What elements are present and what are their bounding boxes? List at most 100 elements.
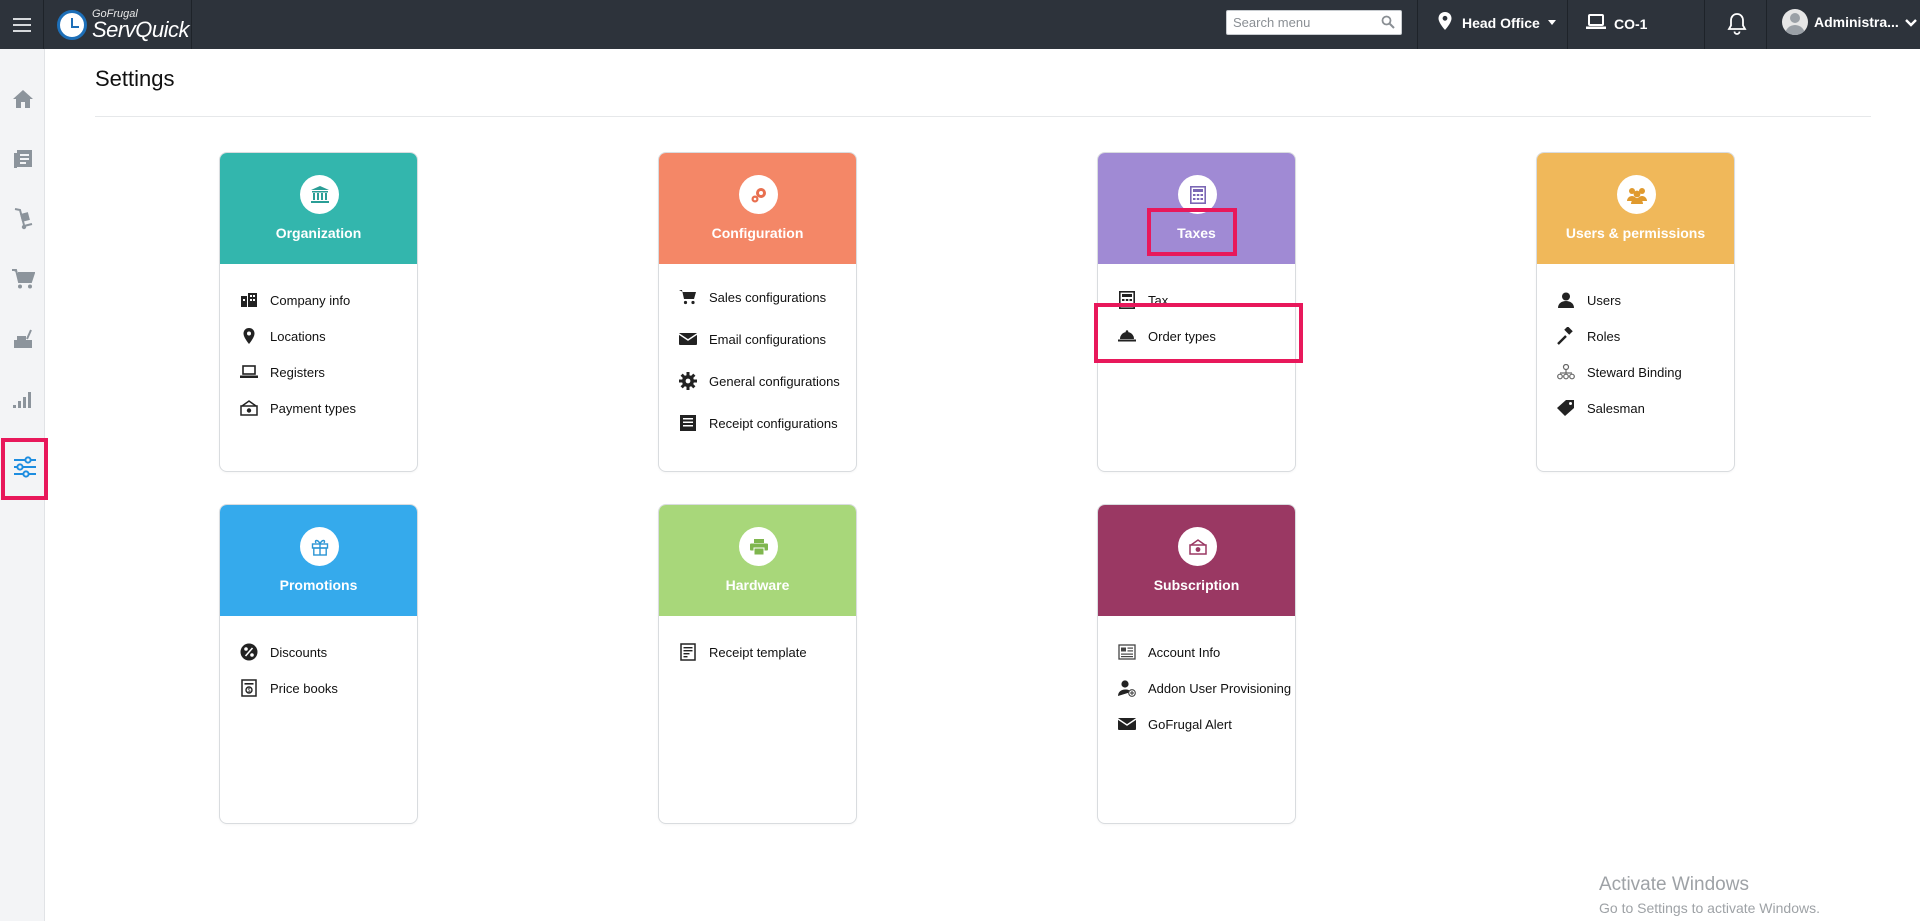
- home-icon: [12, 89, 34, 114]
- user-add-icon: [1118, 679, 1136, 697]
- register-selector[interactable]: CO-1: [1586, 14, 1647, 33]
- chevron-down-icon: [1904, 14, 1917, 30]
- cart-icon: [11, 268, 35, 295]
- catalog-icon: [12, 148, 34, 175]
- printer-icon: [739, 527, 778, 566]
- users-permissions-card: Users & permissions Users Roles Steward …: [1536, 152, 1735, 472]
- search-icon[interactable]: [1381, 15, 1395, 34]
- list-item-label: General configurations: [709, 373, 840, 389]
- top-bar: GoFrugal ServQuick Head Office CO-1 Admi…: [0, 0, 1920, 49]
- hardware-card-header[interactable]: Hardware: [659, 505, 856, 616]
- notifications-button[interactable]: [1726, 12, 1748, 41]
- users-permissions-title: Users & permissions: [1565, 225, 1706, 241]
- sidebar: [0, 49, 48, 921]
- hardware-title: Hardware: [725, 577, 790, 593]
- sidebar-item-reports[interactable]: [0, 371, 45, 431]
- organization-title: Organization: [275, 225, 362, 241]
- locations-link[interactable]: Locations: [220, 318, 417, 354]
- users-permissions-list: Users Roles Steward Binding Salesman: [1537, 264, 1734, 426]
- steward-binding-link[interactable]: Steward Binding: [1537, 354, 1734, 390]
- cart-icon: [679, 288, 697, 306]
- organization-card-header[interactable]: Organization: [220, 153, 417, 264]
- list-item-label: Email configurations: [709, 331, 827, 347]
- list-item-label: Addon User Provisioning: [1148, 680, 1292, 696]
- hardware-list: Receipt template: [659, 616, 856, 670]
- subscription-card: Subscription Account Info Addon User Pro…: [1097, 504, 1296, 824]
- user-menu[interactable]: Administra...: [1782, 9, 1917, 35]
- promotions-list: Discounts $ Price books: [220, 616, 417, 706]
- sidebar-item-settings[interactable]: [1, 438, 48, 500]
- sidebar-item-pos[interactable]: [0, 311, 45, 371]
- registers-link[interactable]: Registers: [220, 354, 417, 390]
- general-configurations-link[interactable]: General configurations: [659, 360, 856, 402]
- page-title: Settings: [95, 66, 175, 91]
- sidebar-item-home[interactable]: [0, 71, 45, 131]
- list-item-label: Steward Binding: [1587, 364, 1682, 380]
- calculator-icon: [1178, 175, 1217, 214]
- receipt-configurations-link[interactable]: Receipt configurations: [659, 402, 856, 444]
- account-info-link[interactable]: Account Info: [1098, 634, 1295, 670]
- salesman-link[interactable]: Salesman: [1537, 390, 1734, 426]
- list-document-icon: [679, 414, 697, 432]
- list-item-label: Receipt configurations: [709, 415, 838, 431]
- list-item-label: Order types: [1148, 328, 1216, 344]
- list-item-label: Payment types: [270, 400, 356, 416]
- list-item-label: Sales configurations: [709, 289, 827, 305]
- subscription-card-header[interactable]: Subscription: [1098, 505, 1295, 616]
- user-name: Administra...: [1814, 14, 1899, 30]
- order-types-link[interactable]: Order types: [1098, 318, 1295, 354]
- list-item-label: Price books: [270, 680, 338, 696]
- promotions-title: Promotions: [279, 577, 358, 593]
- sidebar-item-inventory[interactable]: [0, 191, 45, 251]
- receipt-template-link[interactable]: Receipt template: [659, 634, 856, 670]
- divider: [1567, 0, 1568, 49]
- sidebar-item-cart[interactable]: [0, 251, 45, 311]
- taxes-card-header[interactable]: Taxes: [1098, 153, 1295, 264]
- users-permissions-card-header[interactable]: Users & permissions: [1537, 153, 1734, 264]
- gofrugal-alert-link[interactable]: GoFrugal Alert: [1098, 706, 1295, 742]
- clock-logo-icon: [57, 9, 87, 40]
- subscription-list: Account Info Addon User Provisioning GoF…: [1098, 616, 1295, 742]
- inventory-trolley-icon: [12, 207, 34, 236]
- promotions-card-header[interactable]: Promotions: [220, 505, 417, 616]
- gear-icon: [679, 372, 697, 390]
- payment-cash-icon: [240, 399, 258, 417]
- register-label: CO-1: [1614, 15, 1648, 32]
- hierarchy-icon: [1557, 363, 1575, 381]
- list-item-label: Discounts: [270, 644, 328, 660]
- sales-configurations-link[interactable]: Sales configurations: [659, 276, 856, 318]
- menu-toggle-button[interactable]: [0, 0, 44, 49]
- tax-link[interactable]: Tax: [1098, 282, 1295, 318]
- gears-icon: [739, 175, 778, 214]
- sidebar-item-catalog[interactable]: [0, 131, 45, 191]
- price-book-icon: $: [240, 679, 258, 697]
- configuration-card-header[interactable]: Configuration: [659, 153, 856, 264]
- search-menu-box[interactable]: [1226, 10, 1402, 35]
- email-configurations-link[interactable]: Email configurations: [659, 318, 856, 360]
- list-item-label: Locations: [270, 328, 326, 344]
- users-link[interactable]: Users: [1537, 282, 1734, 318]
- location-selector[interactable]: Head Office: [1438, 12, 1556, 33]
- activate-windows-watermark: Activate Windows Go to Settings to activ…: [1599, 874, 1820, 916]
- roles-link[interactable]: Roles: [1537, 318, 1734, 354]
- subscription-cash-icon: [1178, 527, 1217, 566]
- subscription-title: Subscription: [1153, 577, 1240, 593]
- envelope-icon: [1118, 715, 1136, 733]
- list-item-label: Users: [1587, 292, 1621, 308]
- reports-bar-chart-icon: [12, 389, 34, 414]
- taxes-list: Tax Order types: [1098, 264, 1295, 354]
- brand-logo-link[interactable]: GoFrugal ServQuick: [45, 0, 192, 49]
- percent-badge-icon: [240, 643, 258, 661]
- price-books-link[interactable]: $ Price books: [220, 670, 417, 706]
- tag-icon: [1557, 399, 1575, 417]
- company-info-link[interactable]: Company info: [220, 282, 417, 318]
- account-document-icon: [1118, 643, 1136, 661]
- addon-user-provisioning-link[interactable]: Addon User Provisioning: [1098, 670, 1295, 706]
- payment-types-link[interactable]: Payment types: [220, 390, 417, 426]
- search-menu-input[interactable]: [1227, 11, 1377, 34]
- gift-icon: [300, 527, 339, 566]
- bank-building-icon: [300, 175, 339, 214]
- discounts-link[interactable]: Discounts: [220, 634, 417, 670]
- list-item-label: Tax: [1148, 292, 1169, 308]
- configuration-card: Configuration Sales configurations Email…: [658, 152, 857, 472]
